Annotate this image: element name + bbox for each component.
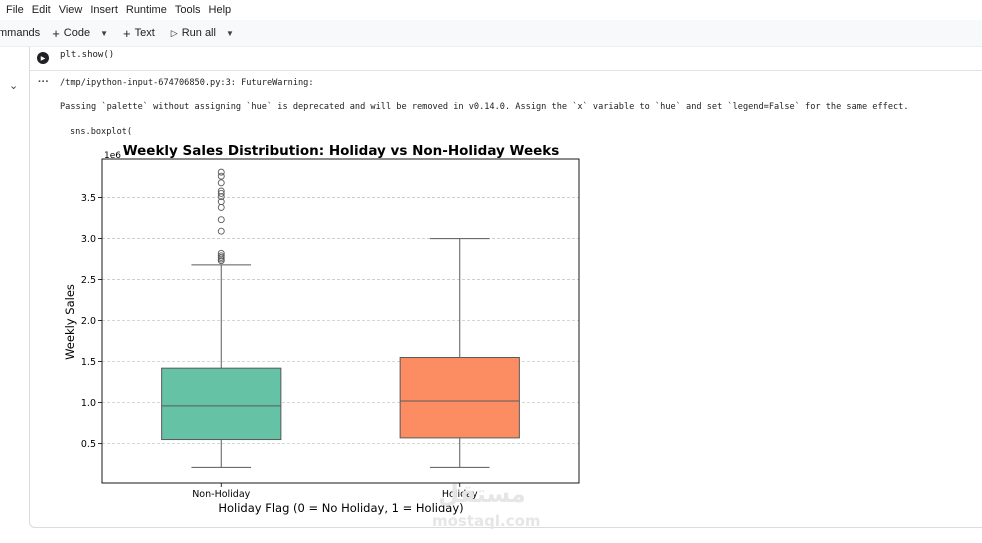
x-axis-label: Holiday Flag (0 = No Holiday, 1 = Holida… [218,501,463,515]
box-non-holiday [161,367,282,441]
y-tick-label: 2.0 [81,316,96,327]
y-tick-label: 1.5 [81,357,96,368]
box-holiday [399,357,520,439]
outlier-point [217,168,225,176]
y-tick-label: 3.0 [81,234,96,245]
outlier-point [217,216,225,224]
chart-title: Weekly Sales Distribution: Holiday vs No… [123,143,560,159]
outlier-point [217,179,225,187]
outlier-point [217,227,225,235]
x-tick-label: Non-Holiday [192,489,250,500]
watermark-latin: mostaql.com [432,512,541,530]
y-axis-offset-label: 1e6 [104,151,121,161]
plot-area: 0.51.01.52.02.53.03.5Non-Holiday Holiday [81,158,580,500]
y-tick-label: 3.5 [81,193,96,204]
outlier-point [217,203,225,211]
boxplot-chart: Weekly Sales Distribution: Holiday vs No… [63,143,580,515]
y-tick-label: 2.5 [81,275,96,286]
watermark-arabic: مستقل [438,480,526,508]
y-tick-label: 1.0 [81,398,96,409]
y-tick-label: 0.5 [81,439,96,450]
y-axis-label: Weekly Sales [63,284,77,360]
